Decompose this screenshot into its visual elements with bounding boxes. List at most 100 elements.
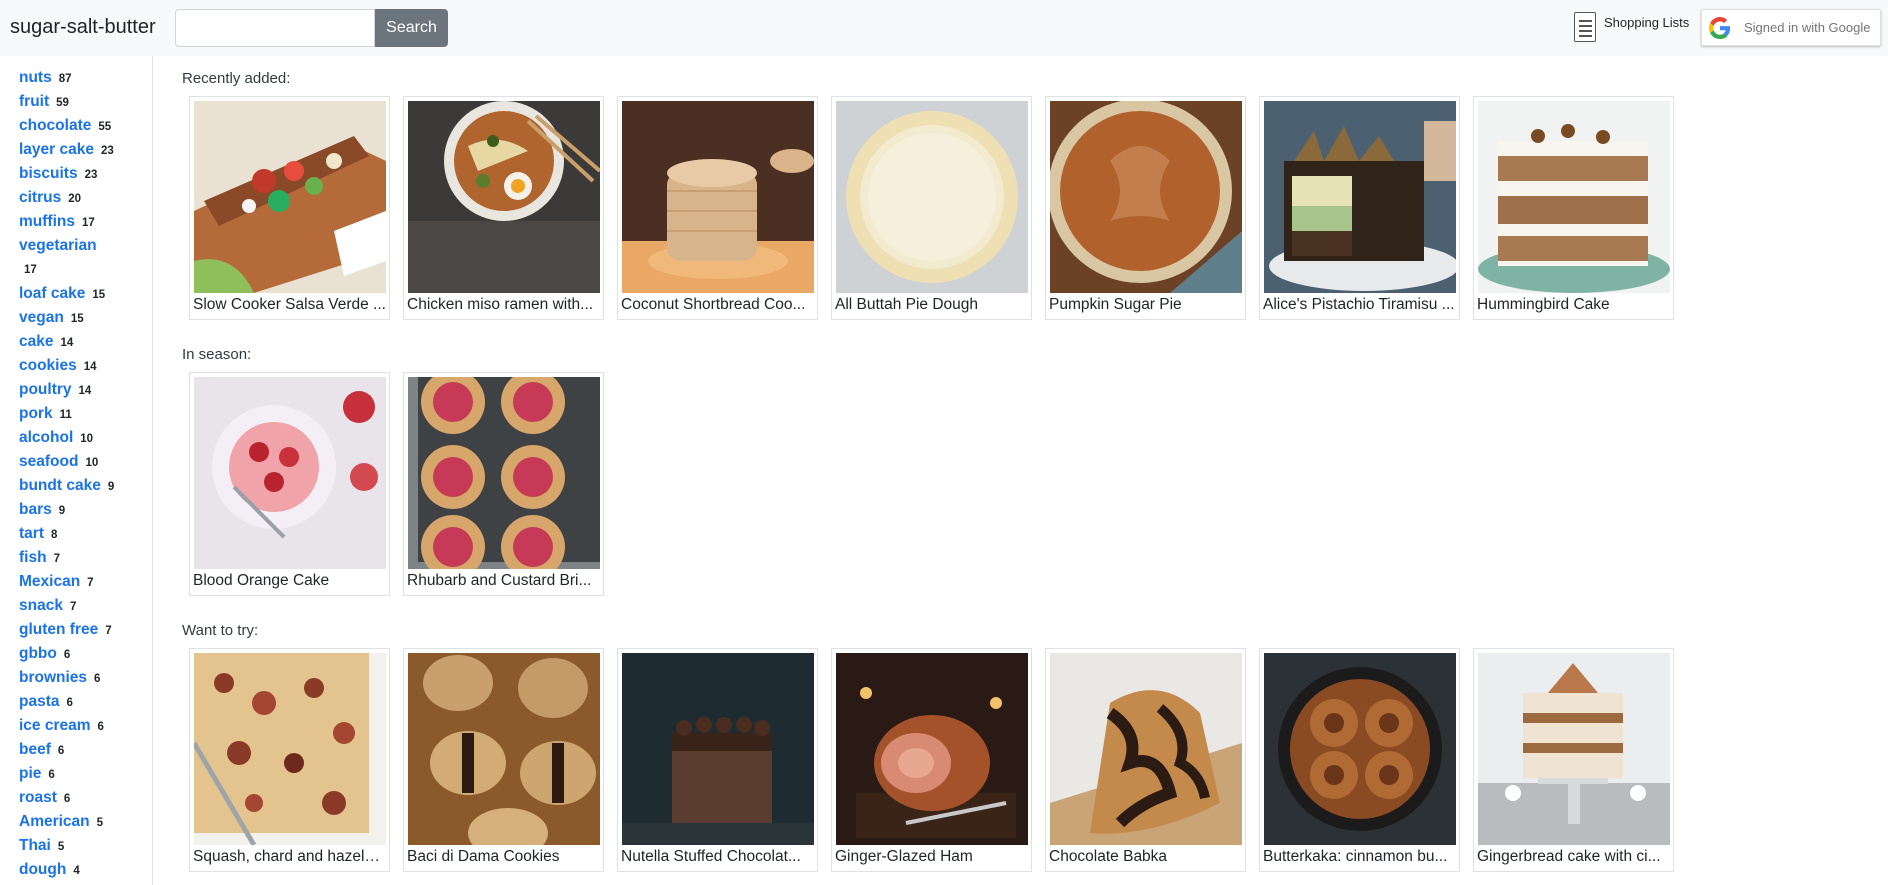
recipe-title[interactable]: Rhubarb and Custard Bri... bbox=[407, 572, 600, 590]
tag-link[interactable]: muffins bbox=[19, 213, 75, 230]
recipe-card[interactable]: Coconut Shortbread Coo... bbox=[617, 96, 818, 320]
ramen-photo[interactable] bbox=[408, 101, 600, 293]
recipe-title[interactable]: Pumpkin Sugar Pie bbox=[1049, 296, 1242, 314]
tag-link[interactable]: alcohol bbox=[19, 429, 73, 446]
recipe-card[interactable]: Pumpkin Sugar Pie bbox=[1045, 96, 1246, 320]
tag-item[interactable]: biscuits 23 bbox=[19, 165, 97, 183]
tag-link[interactable]: bundt cake bbox=[19, 477, 101, 494]
tag-item[interactable]: snack 7 bbox=[19, 597, 76, 615]
ham-photo[interactable] bbox=[836, 653, 1028, 845]
tiramisu-cake-photo[interactable] bbox=[1264, 101, 1456, 293]
recipe-card[interactable]: Baci di Dama Cookies bbox=[403, 648, 604, 872]
tag-link[interactable]: layer cake bbox=[19, 141, 94, 158]
tag-link[interactable]: American bbox=[19, 813, 90, 830]
shortbread-photo[interactable] bbox=[622, 101, 814, 293]
tag-item[interactable]: Thai 5 bbox=[19, 837, 64, 855]
tag-item[interactable]: loaf cake 15 bbox=[19, 285, 105, 303]
tag-item[interactable]: tart 8 bbox=[19, 525, 57, 543]
tag-item[interactable]: dough 4 bbox=[19, 861, 80, 879]
recipe-card[interactable]: Alice's Pistachio Tiramisu ... bbox=[1259, 96, 1460, 320]
tag-item[interactable]: American 5 bbox=[19, 813, 103, 831]
tag-item[interactable]: beef 6 bbox=[19, 741, 64, 759]
tag-link[interactable]: fish bbox=[19, 549, 47, 566]
tag-item[interactable]: pork 11 bbox=[19, 405, 72, 423]
tag-item[interactable]: Mexican 7 bbox=[19, 573, 94, 591]
recipe-card[interactable]: Squash, chard and hazeln... bbox=[189, 648, 390, 872]
google-signin-button[interactable]: Signed in with Google bbox=[1701, 9, 1881, 46]
tag-link[interactable]: chocolate bbox=[19, 117, 91, 134]
pie-dough-photo[interactable] bbox=[836, 101, 1028, 293]
tag-item[interactable]: vegan 15 bbox=[19, 309, 84, 327]
recipe-title[interactable]: All Buttah Pie Dough bbox=[835, 296, 1028, 314]
tag-link[interactable]: pie bbox=[19, 765, 41, 782]
tag-link[interactable]: dough bbox=[19, 861, 66, 878]
tag-link[interactable]: Thai bbox=[19, 837, 51, 854]
recipe-card[interactable]: Slow Cooker Salsa Verde ... bbox=[189, 96, 390, 320]
tag-link[interactable]: fruit bbox=[19, 93, 49, 110]
tag-item[interactable]: vegetarian bbox=[19, 237, 97, 255]
tag-item[interactable]: alcohol 10 bbox=[19, 429, 93, 447]
recipe-card[interactable]: Blood Orange Cake bbox=[189, 372, 390, 596]
tag-link[interactable]: snack bbox=[19, 597, 63, 614]
recipe-card[interactable]: Hummingbird Cake bbox=[1473, 96, 1674, 320]
tag-item[interactable]: brownies 6 bbox=[19, 669, 100, 687]
recipe-title[interactable]: Ginger-Glazed Ham bbox=[835, 848, 1028, 866]
tag-link[interactable]: Mexican bbox=[19, 573, 80, 590]
tag-link[interactable]: vegetarian bbox=[19, 237, 97, 254]
tag-link[interactable]: citrus bbox=[19, 189, 61, 206]
hummingbird-cake-photo[interactable] bbox=[1478, 101, 1670, 293]
search-button[interactable]: Search bbox=[375, 9, 448, 47]
recipe-title[interactable]: Nutella Stuffed Chocolat... bbox=[621, 848, 814, 866]
babka-photo[interactable] bbox=[1050, 653, 1242, 845]
recipe-title[interactable]: Coconut Shortbread Coo... bbox=[621, 296, 814, 314]
recipe-title[interactable]: Squash, chard and hazeln... bbox=[193, 848, 386, 866]
gingerbread-cake-photo[interactable] bbox=[1478, 653, 1670, 845]
tag-link[interactable]: gluten free bbox=[19, 621, 98, 638]
search-input[interactable] bbox=[175, 9, 375, 47]
tag-link[interactable]: vegan bbox=[19, 309, 64, 326]
tag-link[interactable]: loaf cake bbox=[19, 285, 85, 302]
recipe-title[interactable]: Chicken miso ramen with... bbox=[407, 296, 600, 314]
tag-link[interactable]: cookies bbox=[19, 357, 77, 374]
tag-link[interactable]: gbbo bbox=[19, 645, 57, 662]
recipe-title[interactable]: Butterkaka: cinnamon bu... bbox=[1263, 848, 1456, 866]
recipe-card[interactable]: All Buttah Pie Dough bbox=[831, 96, 1032, 320]
tag-item[interactable]: fish 7 bbox=[19, 549, 60, 567]
tag-item[interactable]: bundt cake 9 bbox=[19, 477, 114, 495]
recipe-title[interactable]: Blood Orange Cake bbox=[193, 572, 386, 590]
tag-link[interactable]: cake bbox=[19, 333, 53, 350]
recipe-title[interactable]: Slow Cooker Salsa Verde ... bbox=[193, 296, 386, 314]
tag-link[interactable]: brownies bbox=[19, 669, 87, 686]
recipe-card[interactable]: Chicken miso ramen with... bbox=[403, 96, 604, 320]
tag-link[interactable]: seafood bbox=[19, 453, 78, 470]
squash-bake-photo[interactable] bbox=[194, 653, 386, 845]
tag-link[interactable]: roast bbox=[19, 789, 57, 806]
shopping-lists-link[interactable]: Shopping Lists bbox=[1574, 10, 1689, 44]
recipe-card[interactable]: Butterkaka: cinnamon bu... bbox=[1259, 648, 1460, 872]
butterkaka-photo[interactable] bbox=[1264, 653, 1456, 845]
recipe-title[interactable]: Alice's Pistachio Tiramisu ... bbox=[1263, 296, 1456, 314]
tag-item[interactable]: gluten free 7 bbox=[19, 621, 112, 639]
recipe-title[interactable]: Hummingbird Cake bbox=[1477, 296, 1670, 314]
recipe-title[interactable]: Chocolate Babka bbox=[1049, 848, 1242, 866]
tag-item[interactable]: fruit 59 bbox=[19, 93, 69, 111]
pumpkin-pie-photo[interactable] bbox=[1050, 101, 1242, 293]
tag-item[interactable]: seafood 10 bbox=[19, 453, 98, 471]
tag-item[interactable]: cake 14 bbox=[19, 333, 73, 351]
tag-link[interactable]: nuts bbox=[19, 69, 52, 86]
brand-title[interactable]: sugar-salt-butter bbox=[10, 16, 156, 39]
tag-link[interactable]: beef bbox=[19, 741, 51, 758]
tag-item[interactable]: cookies 14 bbox=[19, 357, 97, 375]
tacos-photo[interactable] bbox=[194, 101, 386, 293]
tag-item[interactable]: layer cake 23 bbox=[19, 141, 114, 159]
tag-item[interactable]: ice cream 6 bbox=[19, 717, 104, 735]
recipe-title[interactable]: Baci di Dama Cookies bbox=[407, 848, 600, 866]
baci-cookies-photo[interactable] bbox=[408, 653, 600, 845]
tag-item[interactable]: bars 9 bbox=[19, 501, 65, 519]
tag-link[interactable]: ice cream bbox=[19, 717, 91, 734]
recipe-card[interactable]: Chocolate Babka bbox=[1045, 648, 1246, 872]
tag-item[interactable]: pasta 6 bbox=[19, 693, 73, 711]
recipe-card[interactable]: Gingerbread cake with ci... bbox=[1473, 648, 1674, 872]
recipe-card[interactable]: Rhubarb and Custard Bri... bbox=[403, 372, 604, 596]
tag-link[interactable]: biscuits bbox=[19, 165, 78, 182]
